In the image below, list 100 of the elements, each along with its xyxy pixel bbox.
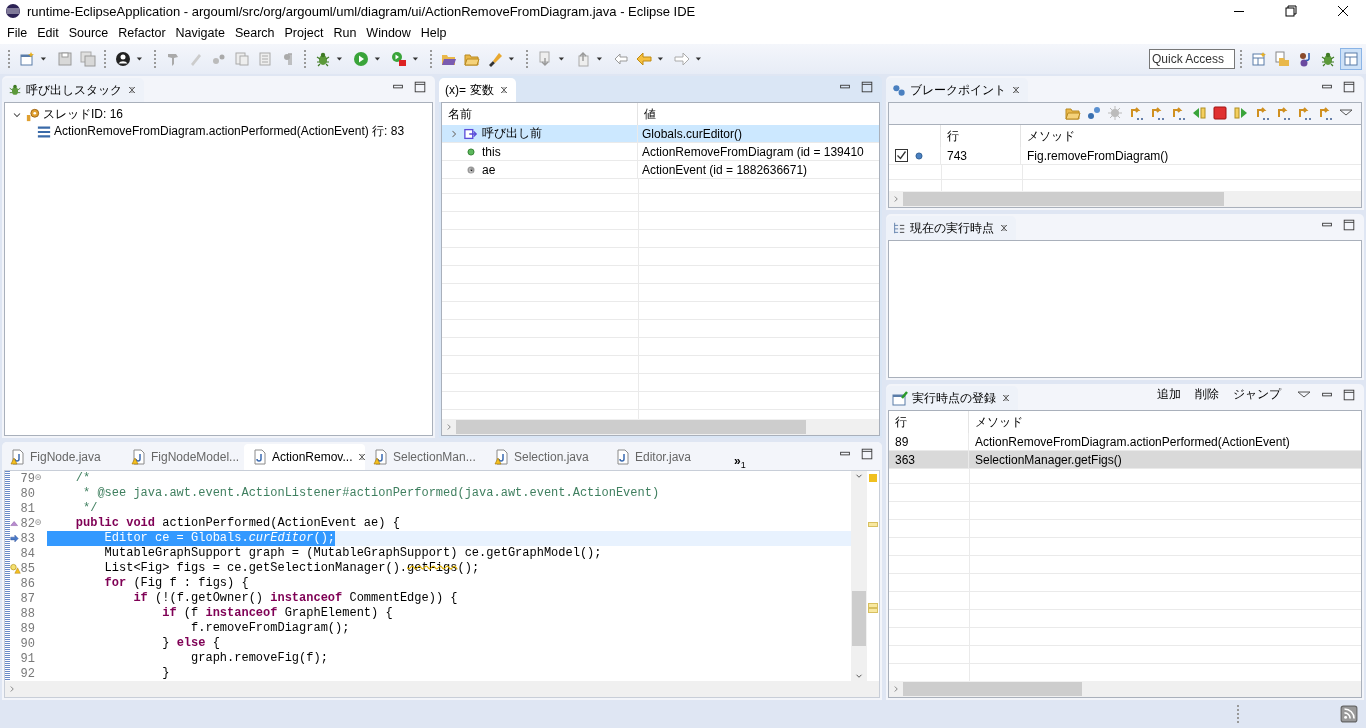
- stack-frame-label[interactable]: ActionRemoveFromDiagram.actionPerformed(ActionEvent) 行: 83: [54, 123, 405, 140]
- java-file-warning-icon: [10, 449, 26, 465]
- restore-icon: [1283, 3, 1299, 19]
- thread-label[interactable]: スレッドID: 16: [43, 106, 123, 123]
- menu-item[interactable]: Navigate: [170, 26, 230, 40]
- view-tab[interactable]: 現在の実行時点: [886, 216, 1016, 240]
- stop-button[interactable]: [1212, 105, 1228, 121]
- pin-icon: [165, 51, 181, 67]
- toolbar-action[interactable]: 追加: [1154, 386, 1184, 403]
- line-number: 80: [20, 486, 35, 501]
- step-back-button[interactable]: [1191, 105, 1207, 121]
- linked-circles-button[interactable]: [1086, 105, 1102, 121]
- code-line: if (!(f.getOwner() instanceof CommentEdge)) {: [132, 591, 458, 606]
- people-icon: [1297, 51, 1313, 67]
- step-arrow-button[interactable]: [1149, 105, 1165, 121]
- java-file-icon: [252, 449, 268, 465]
- editor-tab[interactable]: FigNodeModel...: [123, 444, 244, 470]
- last-edit-icon: [613, 51, 629, 67]
- checkbox[interactable]: [895, 149, 908, 162]
- variable-row[interactable]: 呼び出し前 Globals.curEditor(): [442, 125, 879, 143]
- folder-icon: [464, 51, 480, 67]
- save-all-button[interactable]: [77, 49, 99, 69]
- scroll-thumb[interactable]: [852, 591, 866, 646]
- editor-tab[interactable]: FigNode.java: [2, 444, 123, 470]
- tree-icon: [892, 221, 906, 235]
- folder-button[interactable]: [1065, 105, 1081, 121]
- menu-item[interactable]: Edit: [32, 26, 64, 40]
- menu-item[interactable]: File: [2, 26, 33, 40]
- layout-icon: [1343, 51, 1359, 67]
- document-up-icon: [575, 51, 591, 67]
- code-line: public void actionPerformed(ActionEvent ae) {: [74, 516, 400, 531]
- line-number: 85: [20, 561, 35, 576]
- view-tab[interactable]: 呼び出しスタック: [2, 78, 144, 102]
- maximize-icon[interactable]: [1342, 217, 1356, 232]
- menu-item[interactable]: Help: [415, 26, 452, 40]
- view-tab[interactable]: 実行時点の登録: [886, 386, 1018, 410]
- variable-row[interactable]: this ActionRemoveFromDiagram (id = 139410: [442, 143, 879, 161]
- code-line: * @see java.awt.event.ActionListener#actionPerformed(java.awt.event.ActionEvent): [82, 486, 660, 501]
- step-arrow-icon: [1275, 105, 1291, 121]
- java-file-icon: [615, 449, 631, 465]
- column-header[interactable]: メソッド: [969, 411, 1361, 433]
- menu-item[interactable]: Window: [361, 26, 416, 40]
- horizontal-scrollbar[interactable]: [889, 191, 1361, 207]
- perspective-button[interactable]: [1340, 48, 1362, 70]
- line-number: 89: [895, 434, 909, 449]
- maximize-icon[interactable]: [860, 446, 874, 461]
- line-number: 79: [20, 471, 35, 486]
- toolbar-action[interactable]: ジャンプ: [1230, 386, 1284, 403]
- close-icon[interactable]: [498, 84, 510, 96]
- vertical-scrollbar[interactable]: [851, 471, 867, 681]
- step-arrow-button[interactable]: [1170, 105, 1186, 121]
- view-tab[interactable]: (x)= 変数: [439, 78, 516, 102]
- new-window-icon: [19, 51, 35, 67]
- step-arrow-button[interactable]: [1128, 105, 1144, 121]
- close-icon[interactable]: [1000, 392, 1012, 404]
- code-line: }: [161, 666, 170, 681]
- java-file-warning-icon: [494, 449, 510, 465]
- horizontal-scrollbar[interactable]: [442, 419, 879, 435]
- column-header[interactable]: メソッド: [1021, 125, 1361, 147]
- registry-row[interactable]: 363 SelectionManager.getFigs(): [889, 451, 1361, 469]
- step-arrow-button[interactable]: [1275, 105, 1291, 121]
- close-icon[interactable]: [126, 84, 138, 96]
- resume-button[interactable]: [1233, 105, 1249, 121]
- menu-item[interactable]: Refactor: [113, 26, 171, 40]
- menu-item[interactable]: Source: [63, 26, 114, 40]
- variable-name: this: [482, 144, 501, 159]
- person-icon: [115, 51, 131, 67]
- menu-item[interactable]: Search: [229, 26, 280, 40]
- maximize-icon[interactable]: [413, 79, 427, 94]
- maximize-icon[interactable]: [1342, 79, 1356, 94]
- quick-access-field[interactable]: Quick Access: [1149, 49, 1235, 69]
- editor-tab[interactable]: SelectionMan...: [365, 444, 486, 470]
- menu-item[interactable]: Run: [328, 26, 362, 40]
- horizontal-scrollbar[interactable]: [5, 681, 879, 697]
- close-icon[interactable]: [1010, 84, 1022, 96]
- close-icon: [1335, 3, 1351, 19]
- close-icon[interactable]: [998, 222, 1010, 234]
- variable-name: 呼び出し前: [482, 125, 542, 142]
- editor-tab[interactable]: ActionRemov...: [244, 444, 365, 470]
- eclipse-icon: [5, 3, 21, 19]
- horizontal-scrollbar[interactable]: [889, 681, 1361, 697]
- stop-icon: [1212, 105, 1228, 121]
- view-tab[interactable]: ブレークポイント: [886, 78, 1028, 102]
- step-arrow-button[interactable]: [1317, 105, 1333, 121]
- java-perspective-icon: [1274, 51, 1290, 67]
- toolbar-action[interactable]: 削除: [1192, 386, 1222, 403]
- registry-row[interactable]: 89 ActionRemoveFromDiagram.actionPerformed(ActionEvent): [889, 433, 1361, 451]
- column-header[interactable]: 値: [638, 103, 879, 125]
- step-arrow-icon: [1296, 105, 1312, 121]
- editor-tab[interactable]: Selection.java: [486, 444, 607, 470]
- maximize-icon[interactable]: [860, 79, 874, 94]
- variable-value: ActionEvent (id = 1882636671): [642, 162, 808, 177]
- save-all-icon: [80, 51, 96, 67]
- step-arrow-button[interactable]: [1296, 105, 1312, 121]
- menu-item[interactable]: Project: [279, 26, 329, 40]
- step-arrow-button[interactable]: [1254, 105, 1270, 121]
- variable-row[interactable]: ae ActionEvent (id = 1882636671): [442, 161, 879, 179]
- editor-tab[interactable]: Editor.java: [607, 444, 728, 470]
- code-line: } else {: [161, 636, 220, 651]
- maximize-icon[interactable]: [1342, 387, 1356, 402]
